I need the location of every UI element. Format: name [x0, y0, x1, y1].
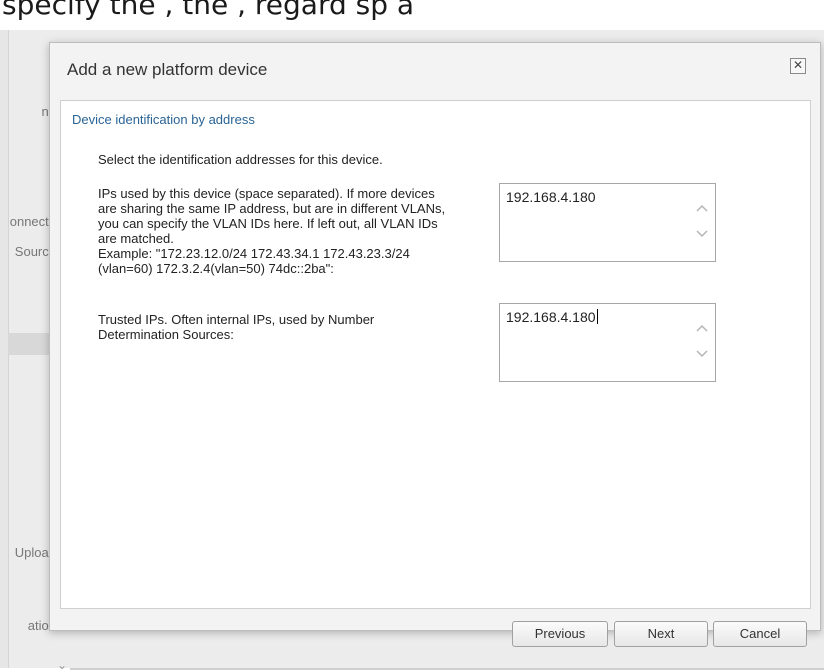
trusted-field-label: Trusted IPs. Often internal IPs, used by…: [98, 312, 508, 342]
background-sidebar-item: Upload: [14, 545, 56, 560]
section-title: Device identification by address: [72, 112, 255, 127]
background-divider: [70, 668, 824, 670]
trusted-label-line: Determination Sources:: [98, 327, 234, 342]
background-sidebar-item: Source: [14, 244, 56, 259]
ips-value: 192.168.4.180: [506, 189, 596, 205]
trusted-label-line: Trusted IPs. Often internal IPs, used by…: [98, 312, 375, 327]
intro-text: Select the identification addresses for …: [98, 152, 383, 167]
trusted-ips-textarea[interactable]: 192.168.4.180: [499, 303, 716, 382]
ips-label-line: you can specify the VLAN IDs here. If le…: [98, 216, 438, 231]
trusted-ips-text: 192.168.4.180: [506, 309, 596, 325]
ips-label-line: are matched.: [98, 231, 174, 246]
chevron-down-icon: ⌄: [57, 658, 68, 672]
close-icon[interactable]: ✕: [790, 58, 806, 74]
trusted-ips-value: 192.168.4.180: [506, 309, 598, 325]
scroll-chevrons-icon: [696, 324, 708, 358]
ips-textarea[interactable]: 192.168.4.180: [499, 183, 716, 262]
ips-label-line: Example: "172.23.12.0/24 172.43.34.1 172…: [98, 246, 410, 261]
ips-label-line: IPs used by this device (space separated…: [98, 186, 435, 201]
ips-field-label: IPs used by this device (space separated…: [98, 186, 508, 276]
top-caption-strip: specify the , the , regard sp a: [0, 0, 824, 30]
textarea-scroll-arrows[interactable]: [695, 201, 709, 241]
dialog-title: Add a new platform device: [67, 60, 268, 79]
next-button[interactable]: Next: [614, 621, 708, 647]
ips-label-line: are sharing the same IP address, but are…: [98, 201, 446, 216]
background-sidebar-item: ne: [0, 104, 56, 119]
dialog-body: Device identification by address Select …: [60, 100, 811, 609]
textarea-scroll-arrows[interactable]: [695, 321, 709, 361]
previous-button[interactable]: Previous: [512, 621, 608, 647]
ips-label-line: (vlan=60) 172.3.2.4(vlan=50) 74dc::2ba":: [98, 261, 334, 276]
caption-fragment: specify the , the , regard sp a: [2, 0, 415, 21]
add-platform-device-dialog: Add a new platform device ✕ Device ident…: [49, 42, 821, 647]
text-caret: [596, 309, 598, 324]
background-sidebar-item: ation: [27, 618, 56, 633]
background-sidebar-item: onnecte: [9, 214, 56, 229]
cancel-button[interactable]: Cancel: [713, 621, 807, 647]
scroll-chevrons-icon: [696, 204, 708, 238]
background-selected-row: [8, 333, 52, 355]
